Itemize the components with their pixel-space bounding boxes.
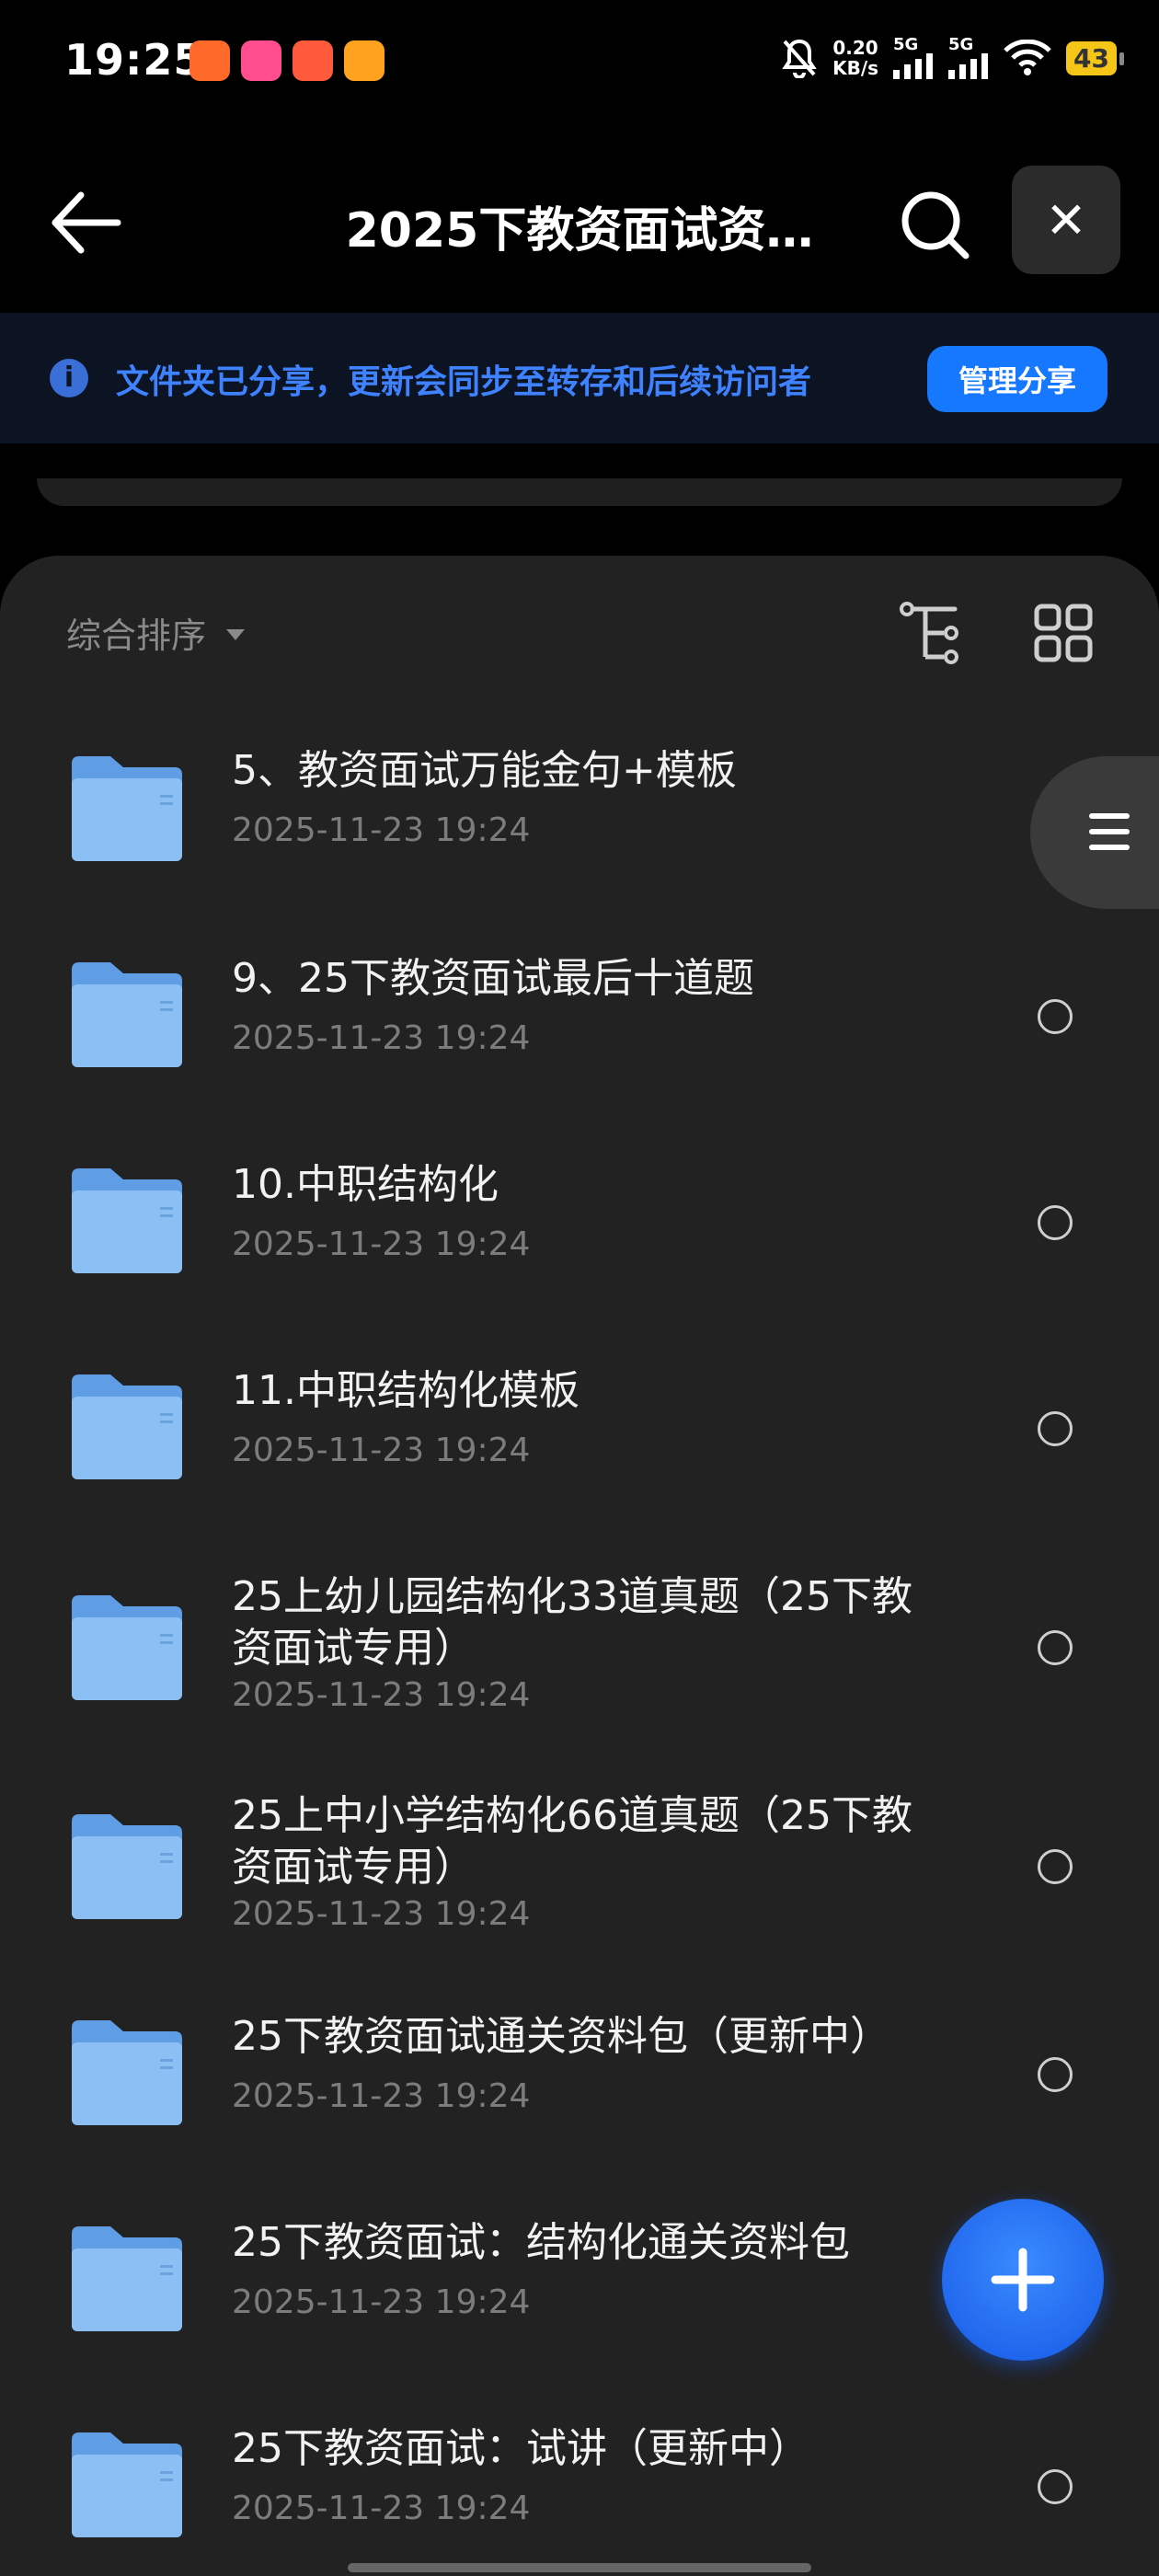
select-radio[interactable] [1038,2057,1073,2092]
sim2-label: 5G [948,35,974,54]
select-radio[interactable] [1038,1630,1073,1665]
file-row[interactable]: 25下教资面试：试讲（更新中） 2025-11-23 19:24 [0,2410,1159,2576]
file-row[interactable]: 25上中小学结构化66道真题（25下教资面试专用） 2025-11-23 19:… [0,1779,1159,1998]
tree-view-icon[interactable] [898,600,964,666]
title-bar: 2025下教资面试资… ✕ [0,156,1159,285]
sort-dropdown[interactable]: 综合排序 [66,607,246,658]
app-icon-2 [241,40,281,81]
search-icon[interactable] [898,188,971,261]
status-time: 19:25 [64,35,204,85]
grid-view-icon[interactable] [1034,604,1093,662]
signal-bars-icon [948,53,989,79]
page-title: 2025下教资面试资… [345,203,814,259]
folder-icon [72,2432,182,2537]
file-row[interactable]: 10.中职结构化 2025-11-23 19:24 [0,1148,1159,1354]
plus-icon [991,2248,1055,2312]
select-radio[interactable] [1038,1849,1073,1884]
sim1-label: 5G [893,35,919,54]
status-bar: 19:25 0.20 KB/s 5G 5G 43 [0,0,1159,129]
home-indicator[interactable] [348,2563,811,2572]
sort-label: 综合排序 [66,615,207,656]
signal-sim1: 5G [893,37,934,79]
signal-sim2: 5G [948,37,989,79]
file-row[interactable]: 25下教资面试通关资料包（更新中） 2025-11-23 19:24 [0,1998,1159,2204]
file-name: 25上幼儿园结构化33道真题（25下教资面试专用） [232,1573,912,1672]
net-speed-unit: KB/s [832,57,879,79]
app-icon-3 [293,40,333,81]
wifi-icon [1004,40,1051,75]
app-icon-4 [344,40,384,81]
file-row[interactable]: 11.中职结构化模板 2025-11-23 19:24 [0,1354,1159,1560]
file-date: 2025-11-23 19:24 [232,1225,531,1263]
file-date: 2025-11-23 19:24 [232,811,531,849]
file-name: 9、25下教资面试最后十道题 [232,955,754,1002]
file-row[interactable]: 5、教资面试万能金句+模板 2025-11-23 19:24 [0,736,1159,942]
select-radio[interactable] [1038,1411,1073,1446]
file-name: 25下教资面试：结构化通关资料包 [232,2219,850,2266]
folder-icon [72,1814,182,1919]
file-date: 2025-11-23 19:24 [232,2283,531,2321]
close-button[interactable]: ✕ [1012,166,1120,274]
folder-icon [72,962,182,1067]
mute-bell-icon [782,39,817,78]
folder-icon [72,1374,182,1479]
app-icon-1 [189,40,230,81]
folder-icon [72,1595,182,1700]
file-row[interactable]: 25上幼儿园结构化33道真题（25下教资面试专用） 2025-11-23 19:… [0,1560,1159,1779]
folder-icon [72,756,182,861]
file-date: 2025-11-23 19:24 [232,1676,531,1714]
file-date: 2025-11-23 19:24 [232,2490,531,2527]
file-date: 2025-11-23 19:24 [232,1895,531,1933]
signal-bars-icon [893,53,934,79]
folder-icon [72,2226,182,2331]
share-banner: i 文件夹已分享，更新会同步至转存和后续访问者 管理分享 [0,313,1159,443]
folder-icon [72,1168,182,1273]
caret-down-icon [226,628,246,640]
file-date: 2025-11-23 19:24 [232,1019,531,1057]
file-name: 25上中小学结构化66道真题（25下教资面试专用） [232,1792,912,1891]
select-radio[interactable] [1038,1205,1073,1240]
status-indicators: 0.20 KB/s 5G 5G 43 [781,37,1124,79]
select-radio[interactable] [1038,2469,1073,2504]
file-name: 5、教资面试万能金句+模板 [232,747,737,794]
net-speed: 0.20 KB/s [832,38,878,78]
file-name: 11.中职结构化模板 [232,1367,580,1414]
file-name: 25下教资面试：试讲（更新中） [232,2425,809,2472]
collapsed-card-edge [37,478,1122,506]
file-row[interactable]: 9、25下教资面试最后十道题 2025-11-23 19:24 [0,942,1159,1148]
notification-app-icons [189,40,384,81]
banner-text: 文件夹已分享，更新会同步至转存和后续访问者 [116,363,812,401]
manage-share-button[interactable]: 管理分享 [927,346,1107,412]
info-icon: i [50,359,88,397]
select-radio[interactable] [1038,999,1073,1034]
net-speed-value: 0.20 [832,37,878,59]
file-date: 2025-11-23 19:24 [232,2077,531,2115]
menu-icon [1089,813,1130,850]
file-name: 10.中职结构化 [232,1161,499,1208]
file-date: 2025-11-23 19:24 [232,1432,531,1469]
folder-icon [72,2020,182,2125]
close-icon: ✕ [1045,190,1087,249]
battery-indicator: 43 [1066,40,1124,75]
file-name: 25下教资面试通关资料包（更新中） [232,2013,890,2060]
add-button[interactable] [942,2199,1104,2361]
